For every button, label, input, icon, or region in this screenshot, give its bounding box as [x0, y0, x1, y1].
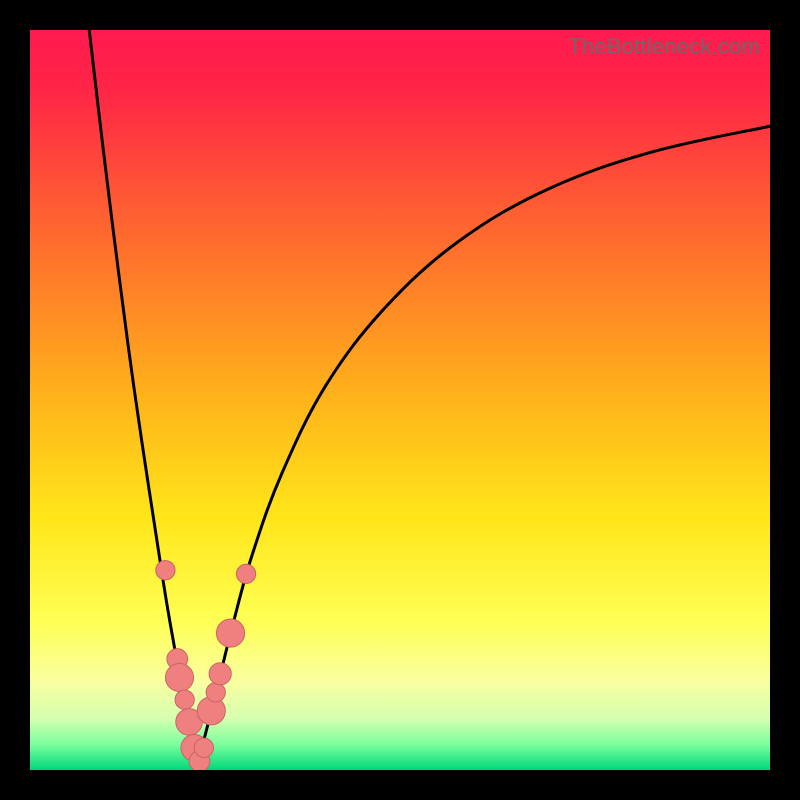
- data-marker: [194, 738, 213, 757]
- curves-layer: [30, 30, 770, 770]
- data-marker: [236, 564, 255, 583]
- data-marker: [165, 663, 193, 691]
- data-marker: [175, 690, 194, 709]
- data-marker: [206, 683, 225, 702]
- curve-right-branch: [198, 126, 770, 762]
- data-marker: [209, 663, 231, 685]
- outer-frame: TheBottleneck.com: [0, 0, 800, 800]
- data-marker: [156, 561, 175, 580]
- data-marker: [216, 619, 244, 647]
- plot-area: TheBottleneck.com: [30, 30, 770, 770]
